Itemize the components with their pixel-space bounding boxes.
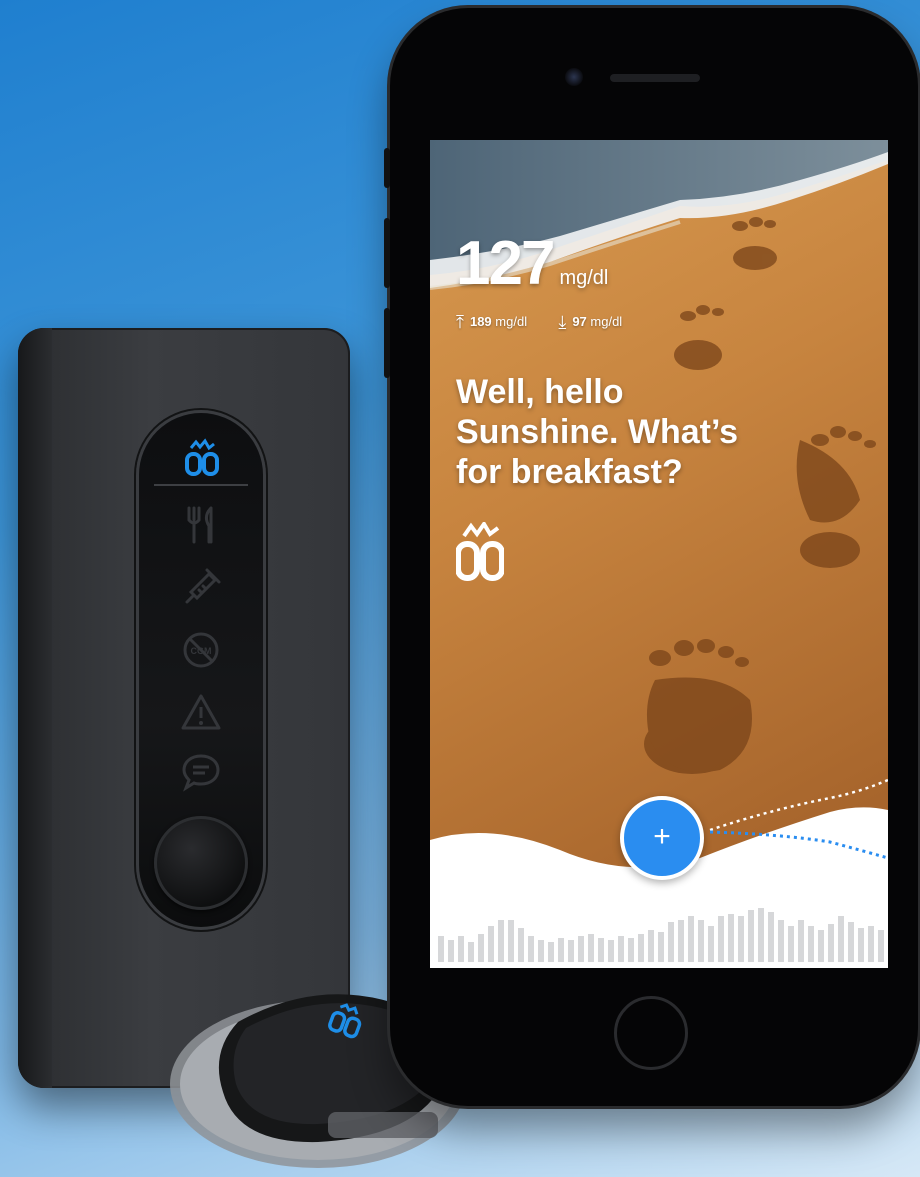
greeting-message: Well, hello Sunshine. What’s for breakfa…	[456, 373, 739, 491]
cgm-off-icon[interactable]: CGM	[179, 628, 223, 672]
volume-up-button	[384, 218, 390, 288]
smartphone: 127 mg/dl ⤒ 189 mg/dl ⤓ 97 mg/dl Well, hell…	[384, 8, 918, 1106]
glucose-range: ⤒ 189 mg/dl ⤓ 97 mg/dl	[456, 312, 622, 333]
front-camera	[565, 68, 583, 86]
add-entry-button[interactable]: +	[620, 796, 704, 880]
meal-icon[interactable]	[179, 502, 223, 546]
app-screen: 127 mg/dl ⤒ 189 mg/dl ⤓ 97 mg/dl Well, hell…	[430, 140, 888, 968]
app-logo-icon	[456, 522, 504, 581]
volume-down-button	[384, 308, 390, 378]
svg-text:CGM: CGM	[191, 646, 212, 656]
glucose-reading: 127 mg/dl	[456, 228, 608, 299]
earpiece-speaker	[610, 74, 700, 82]
warning-icon[interactable]	[179, 690, 223, 734]
high-value: 189	[469, 314, 492, 329]
syringe-icon[interactable]	[179, 566, 223, 610]
pump-main-button[interactable]	[154, 816, 248, 910]
high-arrow-icon: ⤒	[456, 312, 464, 332]
low-unit: mg/dl	[590, 314, 623, 329]
pump-side-edge	[18, 328, 52, 1088]
logo-icon	[185, 438, 219, 476]
home-button[interactable]	[614, 996, 688, 1070]
glucose-value: 127	[456, 229, 555, 298]
low-arrow-icon: ⤓	[558, 312, 567, 332]
glucose-unit: mg/dl	[559, 267, 609, 289]
pump-divider	[154, 484, 248, 486]
low-value: 97	[572, 314, 587, 329]
high-unit: mg/dl	[495, 314, 528, 329]
message-icon[interactable]	[179, 750, 223, 794]
mute-switch	[384, 148, 390, 188]
